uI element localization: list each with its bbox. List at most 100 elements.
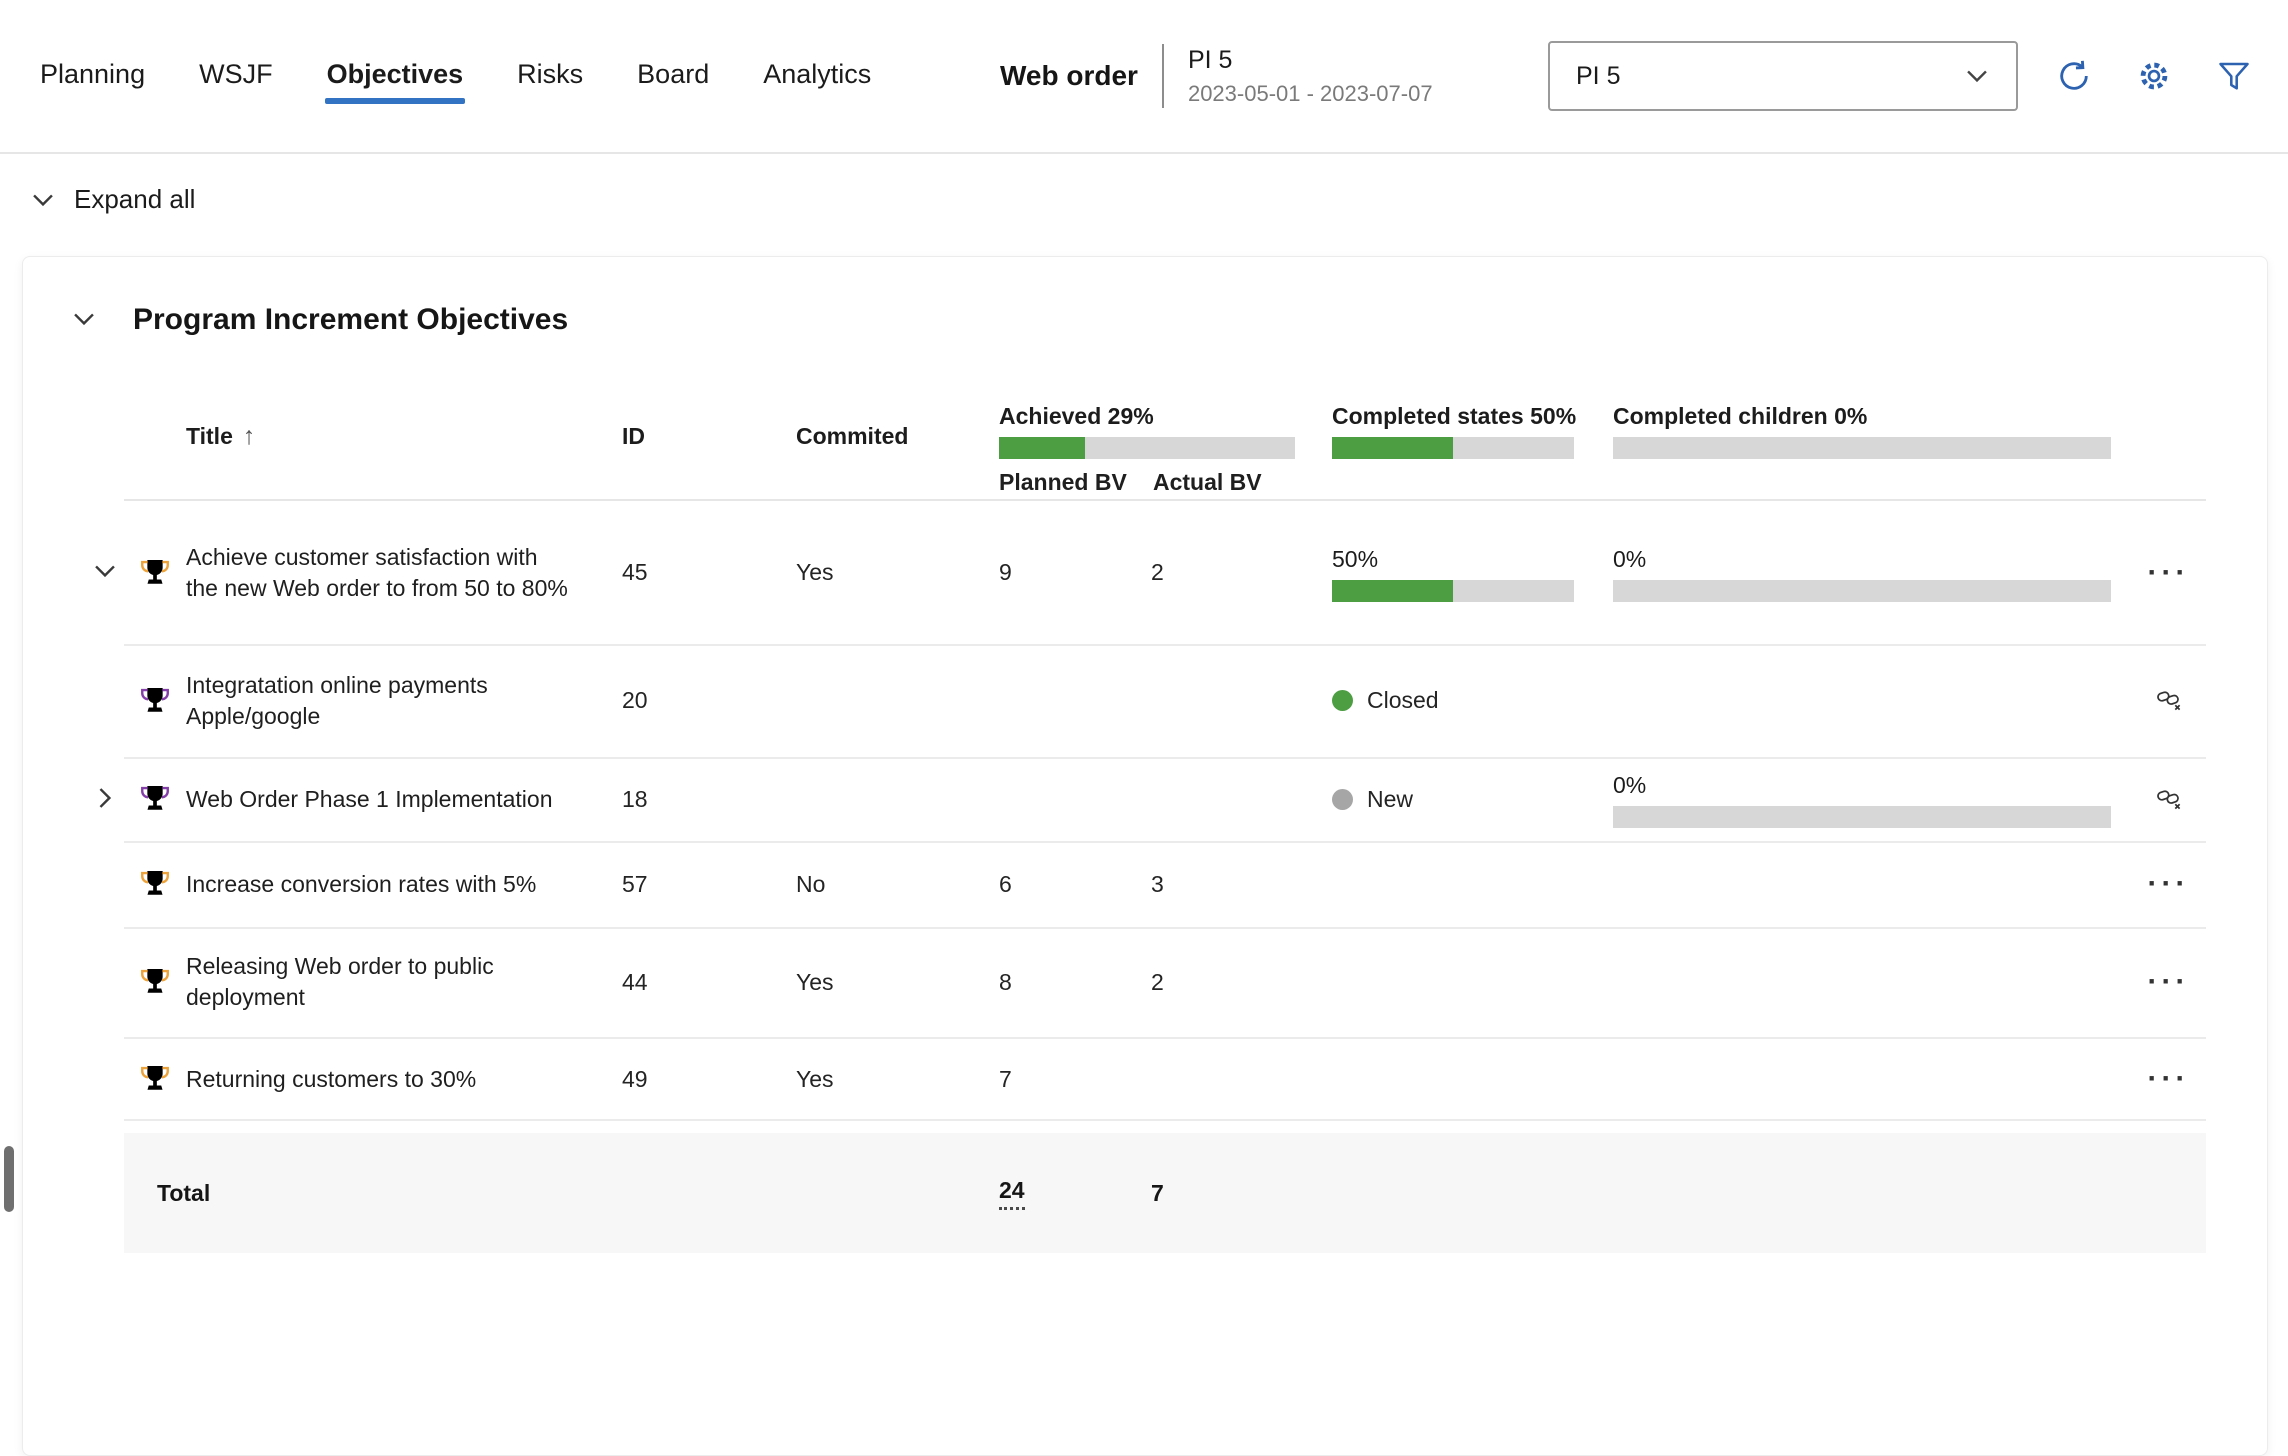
- planned-bv-value: 7: [976, 1037, 1131, 1121]
- planned-bv-value: 8: [976, 927, 1131, 1037]
- row-menu-button[interactable]: ···: [2148, 874, 2190, 894]
- board-title: Web order: [1000, 60, 1138, 92]
- objective-commited: Yes: [771, 927, 976, 1037]
- pi-date-range: 2023-05-01 - 2023-07-07: [1188, 81, 1433, 107]
- objective-title: Integratation online payments Apple/goog…: [186, 644, 601, 757]
- pi-selector[interactable]: PI 5: [1548, 41, 2018, 111]
- sort-ascending-icon: ↑: [243, 422, 256, 451]
- trophy-icon: [124, 841, 186, 927]
- row-menu-button[interactable]: ···: [2148, 972, 2190, 992]
- section-title: Program Increment Objectives: [133, 303, 568, 337]
- tab-wsjf[interactable]: WSJF: [197, 49, 275, 104]
- completed-children-cell: 0%: [1613, 544, 2111, 602]
- objective-commited: Yes: [771, 1037, 976, 1121]
- objective-title: Releasing Web order to public deployment: [186, 927, 601, 1037]
- unlink-button[interactable]: [2156, 785, 2182, 814]
- refresh-button[interactable]: [2050, 52, 2098, 100]
- completed-children-label: Completed children 0%: [1613, 401, 1867, 431]
- column-header-actual-bv: Actual BV: [1153, 469, 1262, 496]
- trophy-icon: [124, 501, 186, 644]
- actual-bv-value: 2: [1131, 501, 1311, 644]
- row-expand-toggle[interactable]: [92, 785, 118, 814]
- table-header: Title ↑ ID Commited Achieved 29% Planned…: [86, 371, 2206, 501]
- table-row: Web Order Phase 1 Implementation 18 New …: [86, 757, 2206, 841]
- total-label: Total: [124, 1133, 601, 1253]
- table-row: Releasing Web order to public deployment…: [86, 927, 2206, 1037]
- settings-button[interactable]: [2130, 52, 2178, 100]
- status-label: Closed: [1367, 687, 1439, 714]
- objective-commited: Yes: [771, 501, 976, 644]
- total-planned-bv: 24: [999, 1177, 1025, 1210]
- table-total-row: Total 24 7: [86, 1133, 2206, 1253]
- status-dot: [1332, 789, 1353, 810]
- actual-bv-value: 3: [1131, 841, 1311, 927]
- chevron-down-icon: [30, 187, 56, 213]
- header-controls: PI 5: [1548, 0, 2258, 152]
- objective-id: 18: [601, 757, 771, 841]
- objective-id: 20: [601, 644, 771, 757]
- tab-risks[interactable]: Risks: [515, 49, 585, 104]
- objective-id: 57: [601, 841, 771, 927]
- objective-id: 49: [601, 1037, 771, 1121]
- pi-selector-value: PI 5: [1576, 62, 1620, 91]
- objective-id: 44: [601, 927, 771, 1037]
- unlink-icon: [2156, 686, 2182, 712]
- divider: [1162, 44, 1164, 108]
- trophy-icon: [124, 927, 186, 1037]
- completed-children-cell: 0%: [1613, 770, 2111, 828]
- expand-all-button[interactable]: Expand all: [30, 184, 195, 215]
- table-row: Integratation online payments Apple/goog…: [86, 644, 2206, 757]
- column-header-title[interactable]: Title ↑: [186, 371, 601, 501]
- row-collapse-toggle[interactable]: [92, 558, 118, 587]
- pi-name: PI 5: [1188, 46, 1433, 75]
- status-dot: [1332, 690, 1353, 711]
- column-header-planned-bv: Planned BV: [999, 469, 1153, 496]
- column-header-id: ID: [601, 371, 771, 501]
- status-label: New: [1367, 786, 1413, 813]
- chevron-down-icon: [1964, 63, 1990, 89]
- refresh-icon: [2056, 58, 2092, 94]
- tab-analytics[interactable]: Analytics: [761, 49, 873, 104]
- achieved-label: Achieved 29%: [999, 401, 1154, 431]
- objective-id: 45: [601, 501, 771, 644]
- chevron-down-icon: [71, 306, 97, 332]
- main-nav: Planning WSJF Objectives Risks Board Ana…: [38, 0, 873, 152]
- filter-button[interactable]: [2210, 52, 2258, 100]
- completed-children-summary: Completed children 0%: [1591, 371, 2131, 501]
- objective-title: Achieve customer satisfaction with the n…: [186, 501, 601, 644]
- gear-icon: [2136, 58, 2172, 94]
- trophy-icon: [124, 1037, 186, 1121]
- chevron-right-icon: [92, 785, 118, 811]
- actual-bv-value: [1131, 1037, 1311, 1121]
- planned-bv-value: 9: [976, 501, 1131, 644]
- trophy-icon: [124, 644, 186, 757]
- completed-states-summary: Completed states 50%: [1311, 371, 1591, 501]
- board-context: Web order PI 5 2023-05-01 - 2023-07-07: [1000, 0, 1433, 152]
- chevron-down-icon: [92, 558, 118, 584]
- scrollbar-thumb[interactable]: [4, 1146, 14, 1212]
- objective-title: Increase conversion rates with 5%: [186, 841, 601, 927]
- objectives-table: Title ↑ ID Commited Achieved 29% Planned…: [86, 371, 2206, 1253]
- table-row: Achieve customer satisfaction with the n…: [86, 501, 2206, 644]
- achieved-progress-bar: [999, 437, 1295, 459]
- status-badge: Closed: [1332, 687, 1439, 714]
- planned-bv-value: 6: [976, 841, 1131, 927]
- tab-board[interactable]: Board: [635, 49, 711, 104]
- row-menu-button[interactable]: ···: [2148, 1069, 2190, 1089]
- filter-icon: [2216, 58, 2252, 94]
- tab-objectives[interactable]: Objectives: [325, 49, 466, 104]
- tab-planning[interactable]: Planning: [38, 49, 147, 104]
- row-menu-button[interactable]: ···: [2148, 563, 2190, 583]
- expand-all-label: Expand all: [74, 184, 195, 215]
- completed-states-label: Completed states 50%: [1332, 401, 1576, 431]
- unlink-button[interactable]: [2156, 686, 2182, 715]
- section-collapse-toggle[interactable]: [71, 306, 97, 335]
- table-row: Increase conversion rates with 5% 57 No …: [86, 841, 2206, 927]
- objective-title: Web Order Phase 1 Implementation: [186, 757, 601, 841]
- completed-states-progress-bar: [1332, 437, 1574, 459]
- actual-bv-value: 2: [1131, 927, 1311, 1037]
- objective-title: Returning customers to 30%: [186, 1037, 601, 1121]
- total-actual-bv: 7: [1131, 1133, 1311, 1253]
- objective-commited: No: [771, 841, 976, 927]
- status-badge: New: [1332, 786, 1413, 813]
